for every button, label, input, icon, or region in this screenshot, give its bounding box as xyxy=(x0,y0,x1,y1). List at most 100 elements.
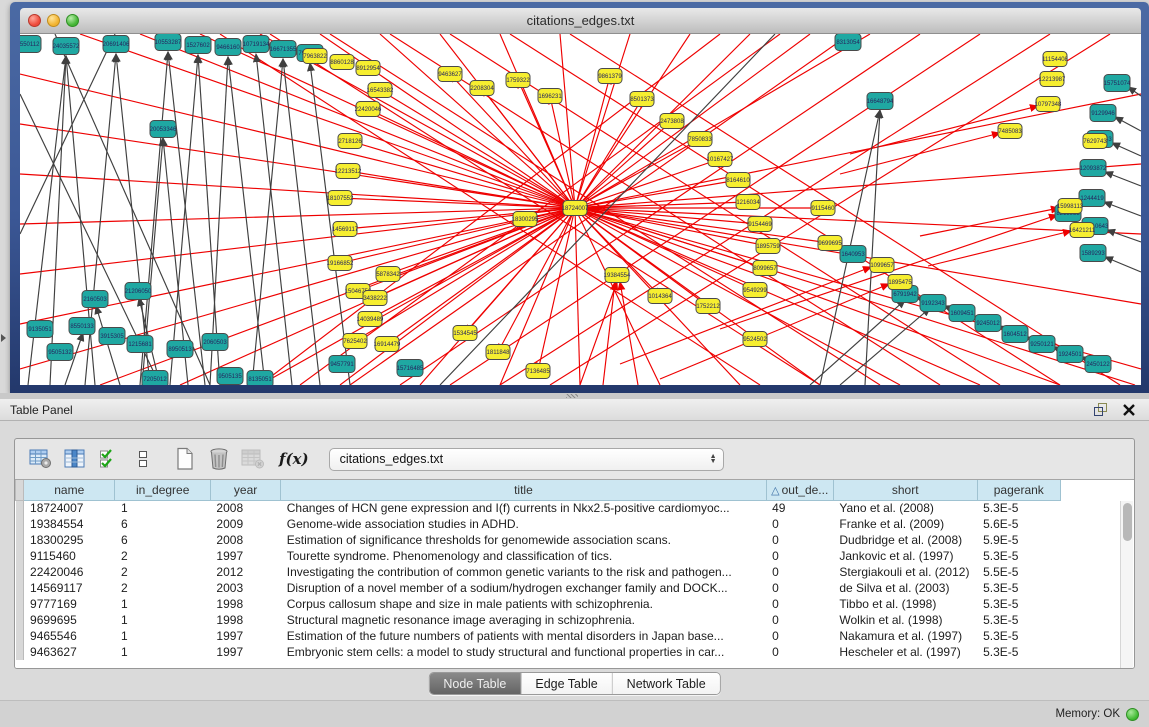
table-cell[interactable]: 22420046 xyxy=(24,564,115,580)
graph-node[interactable]: 9505135 xyxy=(217,368,243,385)
column-header-year[interactable]: year xyxy=(210,480,280,500)
table-cell[interactable]: 2003 xyxy=(210,580,280,596)
graph-node[interactable]: 7625402 xyxy=(343,334,367,349)
rows-icon[interactable] xyxy=(129,445,157,473)
graph-edge[interactable] xyxy=(538,208,575,371)
table-cell[interactable]: 1 xyxy=(115,612,210,628)
column-header-title[interactable]: title xyxy=(281,480,766,500)
table-cell[interactable]: Corpus callosum shape and size in male p… xyxy=(281,596,766,612)
graph-node[interactable]: 7629743 xyxy=(1083,134,1107,149)
graph-node[interactable]: 11154408 xyxy=(1042,52,1068,67)
graph-node[interactable]: 2160503 xyxy=(82,291,108,308)
graph-edge[interactable] xyxy=(270,34,820,385)
graph-node[interactable]: 1014364 xyxy=(648,289,672,304)
graph-node[interactable]: 9115460 xyxy=(811,201,835,216)
graph-edge[interactable] xyxy=(370,208,575,319)
graph-node[interactable]: 15998113 xyxy=(1057,199,1084,214)
graph-edge[interactable] xyxy=(810,300,905,385)
table-cell[interactable]: 2 xyxy=(115,548,210,564)
table-cell[interactable]: 9465546 xyxy=(24,628,115,644)
table-cell[interactable]: 5.5E-5 xyxy=(977,564,1060,580)
graph-node[interactable]: 7485083 xyxy=(998,124,1022,139)
graph-node[interactable]: 9861379 xyxy=(598,69,622,84)
table-cell[interactable]: 9699695 xyxy=(24,612,115,628)
graph-edge[interactable] xyxy=(575,164,1141,208)
table-cell[interactable]: Estimation of the future numbers of pati… xyxy=(281,628,766,644)
graph-node[interactable]: 10719134 xyxy=(243,36,270,53)
graph-node[interactable]: 15716485 xyxy=(397,360,424,377)
graph-edge[interactable] xyxy=(603,282,615,385)
table-cell[interactable]: 19384554 xyxy=(24,516,115,532)
table-cell[interactable]: Dudbridge et al. (2008) xyxy=(833,532,977,548)
graph-node[interactable]: 12213512 xyxy=(335,164,362,179)
graph-edge[interactable] xyxy=(1115,117,1141,131)
tab-edge-table[interactable]: Edge Table xyxy=(521,673,612,694)
graph-node[interactable]: 1759322 xyxy=(506,73,530,88)
table-cell[interactable]: 2 xyxy=(115,564,210,580)
graph-node[interactable]: 1895475 xyxy=(888,275,912,290)
table-row[interactable]: 946554611997Estimation of the future num… xyxy=(16,628,1061,644)
new-file-icon[interactable] xyxy=(171,445,199,473)
select-rows-icon[interactable] xyxy=(95,445,123,473)
column-header-in_degree[interactable]: in_degree xyxy=(115,480,210,500)
graph-edge[interactable] xyxy=(1105,257,1141,272)
table-cell[interactable]: Wolkin et al. (1998) xyxy=(833,612,977,628)
graph-node[interactable]: 24035572 xyxy=(53,38,80,55)
table-scrollbar-thumb[interactable] xyxy=(1123,503,1132,541)
graph-edge[interactable] xyxy=(1105,172,1141,186)
table-row[interactable]: 1456911722003Disruption of a novel membe… xyxy=(16,580,1061,596)
graph-edge[interactable] xyxy=(350,141,575,208)
table-cell[interactable]: Genome-wide association studies in ADHD. xyxy=(281,516,766,532)
graph-node[interactable]: 22420046 xyxy=(355,102,382,117)
graph-node[interactable]: 9135051 xyxy=(27,321,53,338)
graph-node[interactable]: 9505132 xyxy=(47,344,73,361)
graph-edge[interactable] xyxy=(928,231,1071,266)
close-panel-icon[interactable] xyxy=(1119,402,1139,418)
graph-edge[interactable] xyxy=(570,34,1120,385)
graph-node[interactable]: 16648794 xyxy=(867,93,894,110)
column-header-name[interactable]: name xyxy=(24,480,115,500)
float-panel-icon[interactable] xyxy=(1091,402,1111,418)
graph-node[interactable]: 20691406 xyxy=(103,36,130,53)
table-cell[interactable]: 0 xyxy=(766,548,833,564)
table-cell[interactable]: Franke et al. (2009) xyxy=(833,516,977,532)
graph-edge[interactable] xyxy=(330,34,880,385)
table-cell[interactable]: 6 xyxy=(115,516,210,532)
graph-node[interactable]: 14039489 xyxy=(357,312,384,327)
table-cell[interactable]: 0 xyxy=(766,580,833,596)
graph-node[interactable]: 2060503 xyxy=(202,334,228,351)
graph-node[interactable]: 3438222 xyxy=(363,291,387,306)
graph-node[interactable]: 8550112 xyxy=(20,36,41,53)
memory-ok-icon[interactable] xyxy=(1126,708,1139,721)
splitter-grip[interactable] xyxy=(566,394,578,398)
table-cell[interactable]: Tibbo et al. (1998) xyxy=(833,596,977,612)
table-cell[interactable]: 2009 xyxy=(210,516,280,532)
graph-edge[interactable] xyxy=(20,208,575,274)
graph-node[interactable]: 1895759 xyxy=(756,239,780,254)
table-cell[interactable]: Disruption of a novel member of a sodium… xyxy=(281,580,766,596)
table-cell[interactable]: Nakamura et al. (1997) xyxy=(833,628,977,644)
graph-node[interactable]: 9457791 xyxy=(329,356,355,373)
table-cell[interactable]: 1 xyxy=(115,596,210,612)
table-cell[interactable]: Embryonic stem cells: a model to study s… xyxy=(281,644,766,660)
graph-node[interactable]: 2208304 xyxy=(470,81,494,96)
function-builder-icon[interactable]: f(x) xyxy=(279,450,309,468)
graph-node[interactable]: 19384554 xyxy=(604,268,631,283)
table-row[interactable]: 1938455462009Genome-wide association stu… xyxy=(16,516,1061,532)
graph-node[interactable]: 10553287 xyxy=(155,34,182,51)
table-cell[interactable]: Hescheler et al. (1997) xyxy=(833,644,977,660)
graph-node[interactable]: 1924501 xyxy=(1057,346,1083,363)
table-cell[interactable]: Changes of HCN gene expression and I(f) … xyxy=(281,500,766,516)
table-cell[interactable]: 5.9E-5 xyxy=(977,532,1060,548)
graph-node[interactable]: 1696231 xyxy=(538,89,562,104)
table-row[interactable]: 911546021997Tourette syndrome. Phenomeno… xyxy=(16,548,1061,564)
column-header-out_de[interactable]: △out_de... xyxy=(766,480,833,500)
table-cell[interactable]: 5.3E-5 xyxy=(977,612,1060,628)
graph-node[interactable]: 2473808 xyxy=(660,114,684,129)
table-cell[interactable]: Jankovic et al. (1997) xyxy=(833,548,977,564)
table-cell[interactable]: 5.3E-5 xyxy=(977,596,1060,612)
graph-node[interactable]: 16543382 xyxy=(367,83,394,98)
table-scrollbar[interactable] xyxy=(1120,501,1133,668)
table-cell[interactable]: 2012 xyxy=(210,564,280,580)
graph-node[interactable]: 16914479 xyxy=(374,337,401,352)
